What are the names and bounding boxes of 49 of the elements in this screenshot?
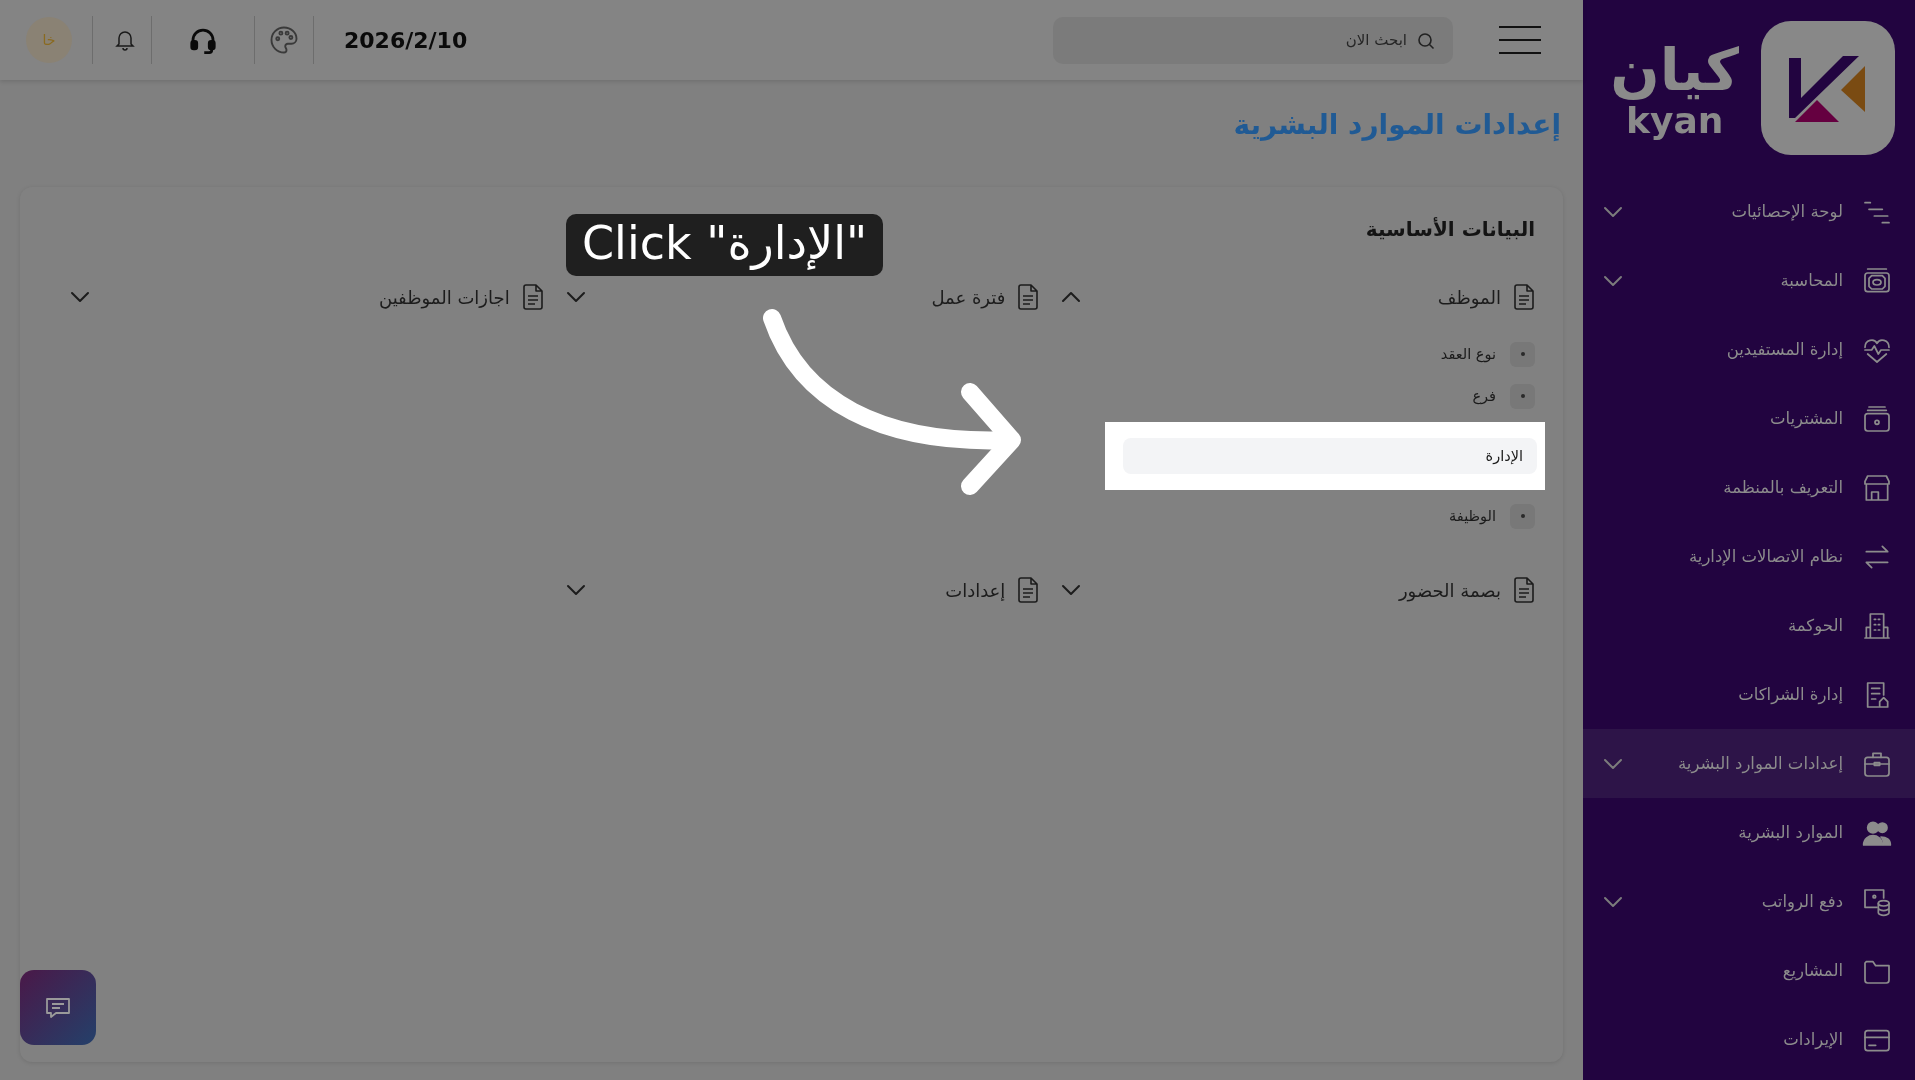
sidebar-item[interactable]: إدارة المستفيدين [1583, 315, 1915, 384]
sidebar-item[interactable]: المحاسبة [1583, 246, 1915, 315]
chevron-icon[interactable] [565, 584, 586, 596]
logo-text: kyan [1626, 102, 1724, 139]
document-icon [521, 284, 544, 310]
group-label[interactable]: إعدادات [945, 579, 1006, 601]
chevron-icon[interactable] [1061, 584, 1082, 596]
page-title: إعدادات الموارد البشرية [1232, 108, 1561, 141]
chat-icon [45, 995, 71, 1020]
chevron-icon[interactable] [1603, 757, 1623, 770]
group-label[interactable]: بصمة الحضور [1398, 579, 1501, 601]
document-icon [1017, 577, 1040, 603]
document-icon [1017, 284, 1040, 310]
search-field[interactable]: ابحث الان [1053, 16, 1453, 64]
chat-button[interactable] [20, 970, 96, 1045]
submenu-item[interactable]: الوظيفة [1449, 508, 1496, 524]
sidebar-item[interactable]: إعدادات الموارد البشرية [1583, 729, 1915, 798]
tutorial-tooltip: Click "الإدارة" [566, 214, 884, 276]
chevron-icon[interactable] [565, 291, 586, 303]
logo-text: كيان [1610, 36, 1739, 103]
submenu-item[interactable]: نوع العقد [1440, 346, 1496, 362]
chevron-icon[interactable] [70, 291, 90, 303]
sidebar-item[interactable]: المشاريع [1583, 936, 1915, 1005]
submenu-item[interactable]: فرع [1472, 388, 1496, 404]
group-label[interactable]: اجازات الموظفين [378, 286, 510, 308]
document-icon [1513, 284, 1535, 310]
sidebar-item[interactable]: دفع الرواتب [1583, 867, 1915, 936]
chevron-icon[interactable] [1603, 205, 1623, 218]
sidebar-item[interactable]: الإيرادات [1583, 1005, 1915, 1074]
logo-icon [1761, 20, 1895, 155]
sidebar-item[interactable]: إدارة الشراكات [1583, 660, 1915, 729]
sidebar-item[interactable]: نظام الاتصالات الإدارية [1583, 522, 1915, 591]
chevron-icon[interactable] [1603, 274, 1623, 287]
document-icon [1513, 577, 1535, 603]
date-text: 2026/2/10 [344, 27, 468, 53]
sidebar-item[interactable]: الحوكمة [1583, 591, 1915, 660]
group-label[interactable]: الموظف [1437, 286, 1501, 308]
sidebar-item[interactable]: التعريف بالمنظمة [1583, 453, 1915, 522]
bell-icon[interactable] [113, 28, 137, 52]
chevron-icon[interactable] [1061, 291, 1082, 303]
submenu-item[interactable]: الإدارة [1123, 438, 1537, 474]
chevron-icon[interactable] [1603, 895, 1623, 908]
sidebar-item[interactable]: الموارد البشرية [1583, 798, 1915, 867]
group-label[interactable]: فترة عمل [931, 286, 1006, 308]
sidebar-item[interactable]: لوحة الإحصائيات [1583, 177, 1915, 246]
menu-icon[interactable] [1499, 26, 1541, 54]
sidebar-item[interactable]: المشتريات [1583, 384, 1915, 453]
palette-icon[interactable] [269, 25, 299, 55]
section-title: البيانات الأساسية [1365, 217, 1535, 241]
